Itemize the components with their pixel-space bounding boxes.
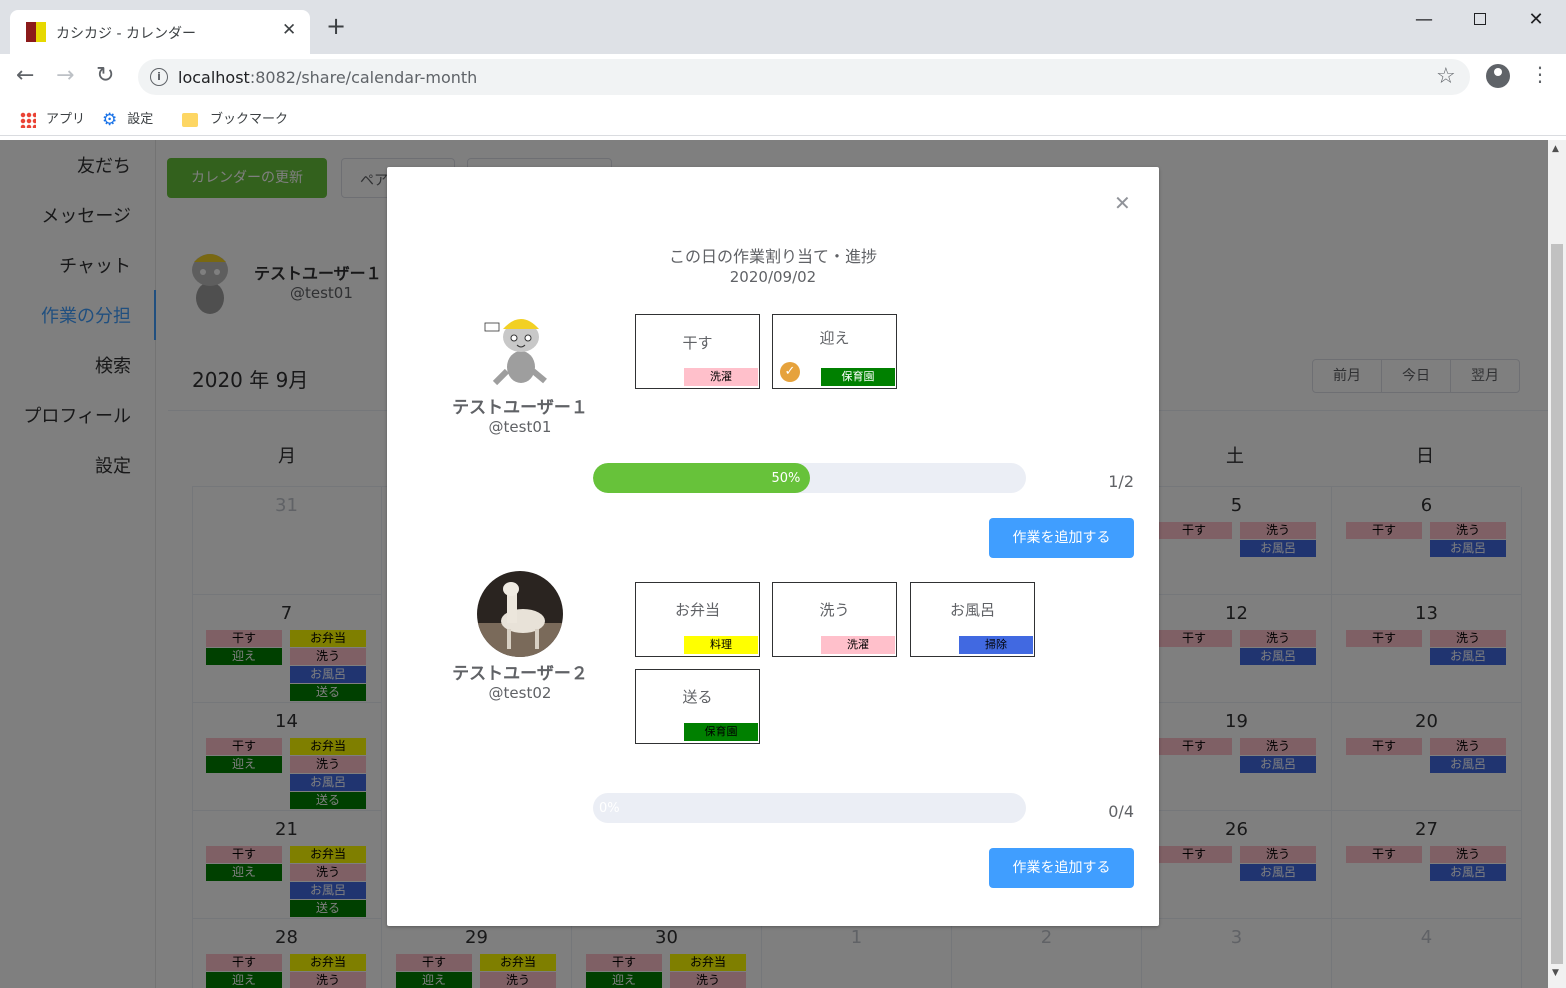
dialog-user-name-1: テストユーザー１	[452, 398, 588, 418]
check-circle-icon: ✓	[780, 362, 800, 382]
scroll-thumb[interactable]	[1551, 244, 1563, 964]
folder-icon	[182, 112, 198, 127]
bookmark-settings-label: 設定	[127, 112, 154, 127]
window-minimize-icon[interactable]: —	[1404, 6, 1444, 34]
task-category-tag: 洗濯	[684, 368, 758, 386]
task-dialog: ✕ この日の作業割り当て・進捗 2020/09/02 テストユーザー１ @tes…	[387, 167, 1159, 926]
reload-icon[interactable]: ↻	[96, 62, 114, 90]
task-name: 迎え	[819, 329, 850, 347]
bookmark-apps[interactable]: アプリ	[20, 108, 85, 128]
task-category-tag: 掃除	[959, 636, 1033, 654]
back-icon[interactable]: ←	[16, 62, 34, 90]
scroll-down-icon[interactable]: ▼	[1552, 968, 1559, 978]
task-category-tag: 洗濯	[821, 636, 895, 654]
url-path: :8082/share/calendar-month	[249, 68, 478, 87]
task-category-tag: 料理	[684, 636, 758, 654]
alpaca-avatar-icon	[477, 571, 563, 657]
cat-avatar-icon	[484, 319, 547, 386]
user-block-1: テストユーザー１ @test01	[425, 307, 615, 442]
dialog-user-handle-1: @test01	[488, 418, 552, 436]
progress-bar-2: 0%	[593, 793, 1026, 823]
dialog-user-name-2: テストユーザー２	[452, 664, 588, 684]
window-close-icon[interactable]: ✕	[1516, 6, 1556, 34]
address-bar[interactable]: i localhost:8082/share/calendar-month ☆	[138, 59, 1470, 95]
task-card[interactable]: お弁当 料理	[635, 582, 760, 657]
url-host: localhost	[178, 68, 250, 87]
add-task-button-2[interactable]: 作業を追加する	[989, 848, 1134, 888]
task-name: 干す	[682, 334, 713, 352]
scrollbar[interactable]: ▲ ▼	[1548, 140, 1566, 988]
progress-count-1: 1/2	[1108, 472, 1134, 491]
bookmark-apps-label: アプリ	[46, 112, 86, 127]
url-text: localhost:8082/share/calendar-month	[178, 68, 477, 87]
tab-close-icon[interactable]: ✕	[282, 20, 296, 40]
add-task-button-1[interactable]: 作業を追加する	[989, 518, 1134, 558]
window-maximize-icon[interactable]	[1460, 6, 1500, 34]
task-category-tag: 保育園	[684, 723, 758, 741]
task-card[interactable]: 送る 保育園	[635, 669, 760, 744]
bookmark-folder[interactable]: ブックマーク	[182, 108, 288, 127]
browser-chrome: カシカジ - カレンダー ✕ + — ✕ ← → ↻ i localhost:8…	[0, 0, 1566, 140]
browser-tab[interactable]: カシカジ - カレンダー ✕	[10, 10, 310, 54]
progress-bar-1: 50%	[593, 463, 1026, 493]
task-card[interactable]: 干す 洗濯	[635, 314, 760, 389]
dialog-date: 2020/09/02	[729, 268, 817, 286]
gear-icon: ⚙	[102, 109, 118, 130]
scroll-up-icon[interactable]: ▲	[1552, 144, 1559, 154]
user-block-2: テストユーザー２ @test02	[425, 571, 615, 706]
task-card[interactable]: 迎え ✓ 保育園	[772, 314, 897, 389]
task-name: お風呂	[949, 601, 995, 619]
dialog-close-icon[interactable]: ✕	[1114, 191, 1131, 215]
bookmark-folder-label: ブックマーク	[210, 112, 289, 127]
task-category-tag: 保育園	[821, 368, 895, 386]
browser-toolbar: ← → ↻ i localhost:8082/share/calendar-mo…	[0, 54, 1566, 100]
task-card[interactable]: お風呂 掃除	[910, 582, 1035, 657]
bookmark-star-icon[interactable]: ☆	[1436, 64, 1456, 89]
apps-grid-icon	[20, 111, 36, 128]
bookmarks-bar: アプリ ⚙ 設定 ブックマーク	[0, 100, 1566, 136]
progress-percent: 50%	[771, 471, 801, 486]
progress-count-2: 0/4	[1108, 802, 1134, 821]
task-name: 送る	[682, 688, 713, 706]
task-card[interactable]: 洗う 洗濯	[772, 582, 897, 657]
dialog-user-handle-2: @test02	[488, 684, 552, 702]
new-tab-icon[interactable]: +	[326, 14, 346, 38]
tab-title: カシカジ - カレンダー	[56, 26, 196, 42]
progress-percent: 0%	[599, 801, 620, 816]
app-favicon-icon	[26, 22, 46, 42]
dialog-title: この日の作業割り当て・進捗	[668, 247, 877, 266]
forward-icon[interactable]: →	[56, 62, 74, 90]
site-info-icon[interactable]: i	[150, 68, 168, 86]
tab-strip: カシカジ - カレンダー ✕ + — ✕	[0, 0, 1566, 54]
task-name: お弁当	[674, 601, 720, 619]
profile-icon[interactable]	[1486, 64, 1510, 88]
bookmark-settings[interactable]: ⚙ 設定	[102, 108, 153, 130]
browser-menu-icon[interactable]: ⋮	[1530, 62, 1550, 86]
task-name: 洗う	[819, 601, 850, 619]
